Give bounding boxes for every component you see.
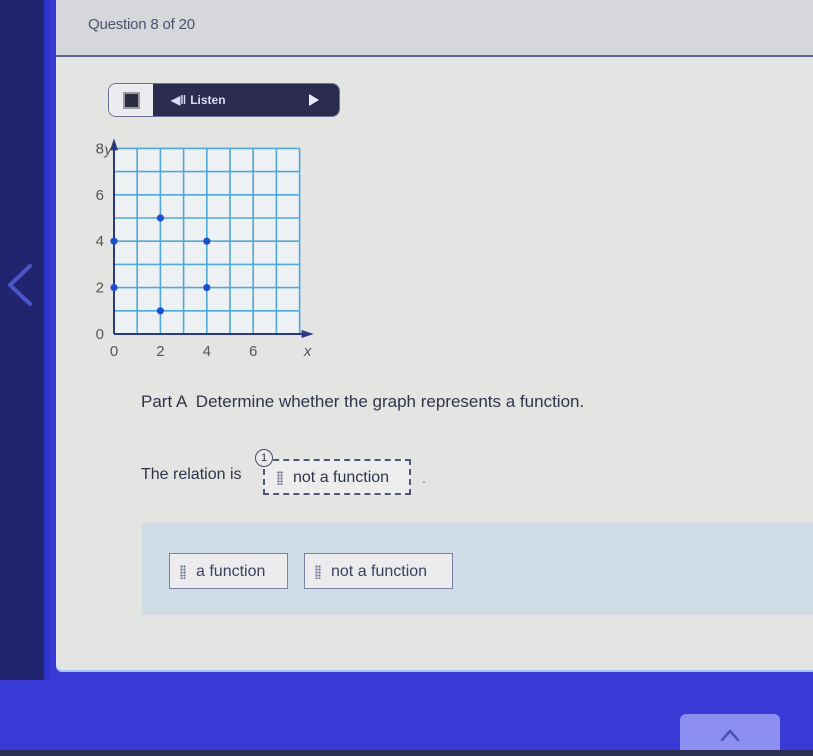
data-point — [203, 284, 211, 292]
left-navigation-rail — [0, 0, 50, 680]
choice-label: a function — [196, 563, 266, 580]
listen-button[interactable]: ◀‖ Listen — [153, 84, 339, 116]
question-counter: Question 8 of 20 — [88, 16, 195, 33]
answer-drop-zone[interactable]: not a function — [263, 459, 411, 495]
stop-square-icon — [122, 91, 140, 109]
scatter-graph: 0 2 4 602468xy — [96, 138, 314, 360]
rail-edge — [44, 0, 50, 680]
relation-sentence-prefix: The relation is — [141, 466, 242, 483]
question-prompt: Part A Determine whether the graph repre… — [141, 392, 585, 411]
x-tick-label: 0 — [110, 343, 118, 360]
drag-handle-icon — [277, 471, 283, 485]
data-point — [110, 237, 118, 245]
x-axis-label: x — [303, 343, 312, 360]
play-icon — [309, 94, 319, 106]
choice-not-a-function[interactable]: not a function — [304, 553, 453, 589]
answer-bank: a function not a function — [142, 523, 813, 615]
choice-label: not a function — [331, 563, 428, 580]
x-tick-label: 2 — [156, 343, 164, 360]
text-to-speech-bar: ◀‖ Listen — [109, 84, 339, 116]
placed-answer: not a function — [293, 469, 390, 486]
data-point — [156, 307, 164, 315]
chevron-up-icon — [720, 729, 740, 742]
data-point — [110, 284, 118, 292]
sentence-period: . — [422, 470, 426, 486]
x-tick-label: 4 — [203, 343, 211, 360]
y-tick-label: 6 — [96, 187, 104, 204]
speaker-icon: ◀‖ — [171, 93, 187, 107]
choice-a-function[interactable]: a function — [169, 553, 288, 589]
data-point — [203, 237, 211, 245]
question-header: Question 8 of 20 — [56, 0, 813, 57]
drag-handle-icon — [180, 565, 186, 579]
y-tick-label: 4 — [96, 233, 104, 250]
listen-label: Listen — [190, 93, 226, 107]
x-axis-arrow — [301, 330, 314, 338]
question-panel: Question 8 of 20 ◀‖ Listen 024602468xy P… — [56, 0, 813, 670]
drag-handle-icon — [315, 565, 321, 579]
y-tick-label: 2 — [96, 280, 104, 297]
blank-number-badge: 1 — [255, 449, 273, 467]
data-point — [156, 214, 164, 222]
y-tick-label: 8 — [96, 140, 104, 157]
y-tick-label: 0 — [96, 326, 104, 343]
stop-button[interactable] — [109, 84, 153, 116]
x-tick-label: 6 — [249, 343, 257, 360]
chevron-left-icon[interactable] — [4, 262, 36, 308]
bottom-bezel — [0, 750, 813, 756]
